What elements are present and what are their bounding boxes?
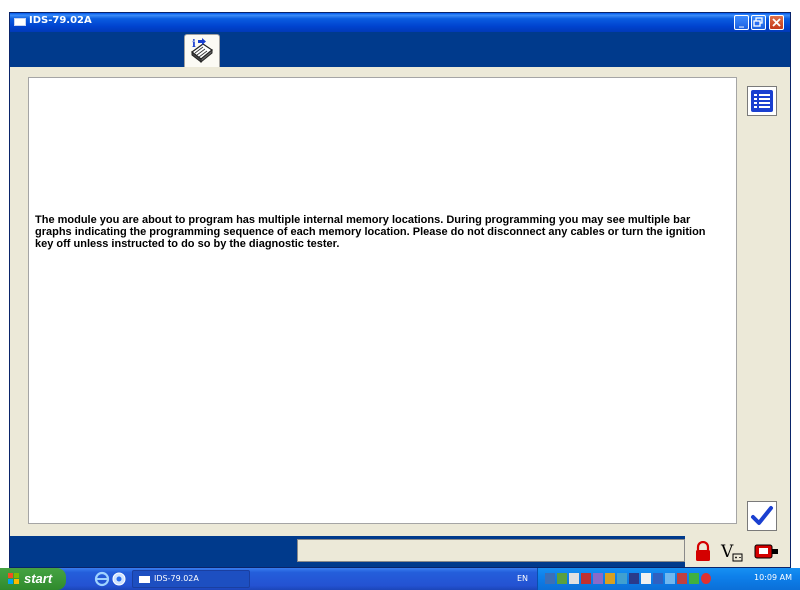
svg-text:i: i <box>192 39 196 50</box>
start-button[interactable]: start <box>0 568 66 590</box>
vehicle-link-icon[interactable] <box>753 541 781 563</box>
checkmark-icon <box>751 506 773 525</box>
start-label: start <box>24 571 53 586</box>
title-bar[interactable]: IDS-79.02A _ <box>10 13 790 32</box>
system-tray: 10:09 AM <box>537 568 800 590</box>
tray-app-icon[interactable] <box>593 573 603 584</box>
security-icon[interactable] <box>701 573 711 584</box>
tray-app-icon[interactable] <box>557 573 567 584</box>
taskbar: start IDS-79.02A EN 10:09 AM <box>0 568 800 590</box>
network-icon[interactable] <box>545 573 555 584</box>
tray-app-icon[interactable] <box>617 573 627 584</box>
minimize-button[interactable]: _ <box>734 15 749 30</box>
tray-app-icon[interactable] <box>653 573 663 584</box>
status-field <box>297 539 685 562</box>
content-panel: The module you are about to program has … <box>28 77 737 524</box>
svg-text:V: V <box>720 542 734 562</box>
info-book-icon: i <box>191 38 214 64</box>
toolbar: i <box>10 32 790 67</box>
confirm-button[interactable] <box>747 501 777 531</box>
list-button[interactable] <box>747 86 777 116</box>
restore-icon <box>753 17 763 27</box>
taskbar-item-label: IDS-79.02A <box>154 574 199 583</box>
lock-icon[interactable] <box>693 541 713 563</box>
tray-app-icon[interactable] <box>569 573 579 584</box>
status-icons: V <box>685 536 790 567</box>
status-bar: V <box>10 536 790 567</box>
window-title: IDS-79.02A <box>29 15 92 26</box>
close-button[interactable] <box>769 15 784 30</box>
windows-flag-icon <box>8 573 19 584</box>
tray-app-icon[interactable] <box>641 573 651 584</box>
tray-app-icon[interactable] <box>605 573 615 584</box>
desktop-icon[interactable] <box>111 571 127 587</box>
tray-app-icon[interactable] <box>629 573 639 584</box>
list-icon <box>751 90 773 112</box>
tab-information[interactable]: i <box>184 34 220 67</box>
clock[interactable]: 10:09 AM <box>754 573 792 582</box>
battery-voltage-icon[interactable]: V <box>720 541 744 563</box>
tray-app-icon[interactable] <box>665 573 675 584</box>
tray-app-icon[interactable] <box>581 573 591 584</box>
instruction-message: The module you are about to program has … <box>35 214 706 250</box>
wireless-icon[interactable] <box>689 573 699 584</box>
app-window: IDS-79.02A _ i The module you are about … <box>9 12 791 568</box>
maximize-button[interactable] <box>751 15 766 30</box>
language-indicator[interactable]: EN <box>517 574 528 583</box>
close-icon <box>772 18 781 27</box>
taskbar-item-ids[interactable]: IDS-79.02A <box>132 570 250 588</box>
internet-explorer-icon[interactable] <box>94 571 110 587</box>
window-icon <box>14 18 26 26</box>
tray-app-icon[interactable] <box>677 573 687 584</box>
window-icon <box>139 576 150 583</box>
